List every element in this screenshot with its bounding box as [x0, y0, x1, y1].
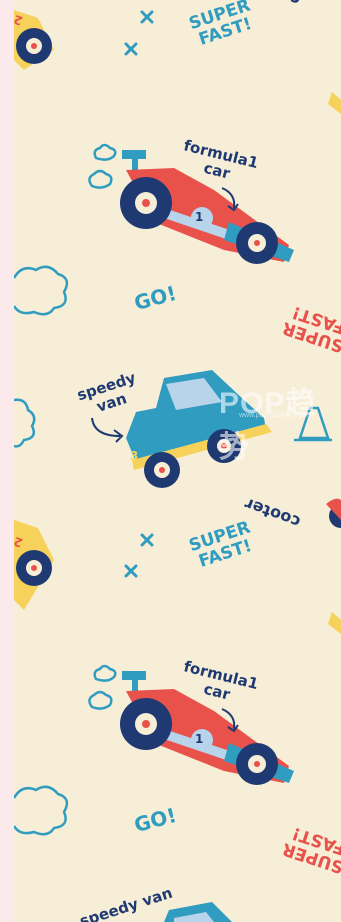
cross-marks-2: [124, 533, 154, 578]
cloud-left-2: [14, 785, 69, 836]
cloud-left-1: [14, 265, 69, 448]
speedy-van-2-partial: [164, 902, 232, 922]
smoke-puffs-1: [88, 143, 117, 189]
partial-car-mid-left: [14, 520, 54, 610]
partial-scooter-right-2: [326, 498, 341, 634]
watermark-url: www.pop-fashion.com: [239, 412, 308, 419]
kids-vehicle-pattern: SUPER FAST! cooter formula1 car GO! SUPE…: [14, 0, 341, 922]
car-number-1: 1: [195, 210, 204, 224]
partial-scooter-right-1: [328, 92, 341, 114]
cross-marks-1: [124, 10, 154, 56]
car-number-2: 1: [195, 732, 204, 746]
pattern-page: SUPER FAST! cooter formula1 car GO! SUPE…: [0, 0, 341, 922]
van-number-1: 3: [130, 449, 139, 463]
watermark-logo: POP趋势: [219, 387, 317, 464]
smoke-puffs-2: [88, 664, 117, 710]
arrow-van-1: [91, 417, 121, 437]
left-border: [0, 0, 14, 922]
